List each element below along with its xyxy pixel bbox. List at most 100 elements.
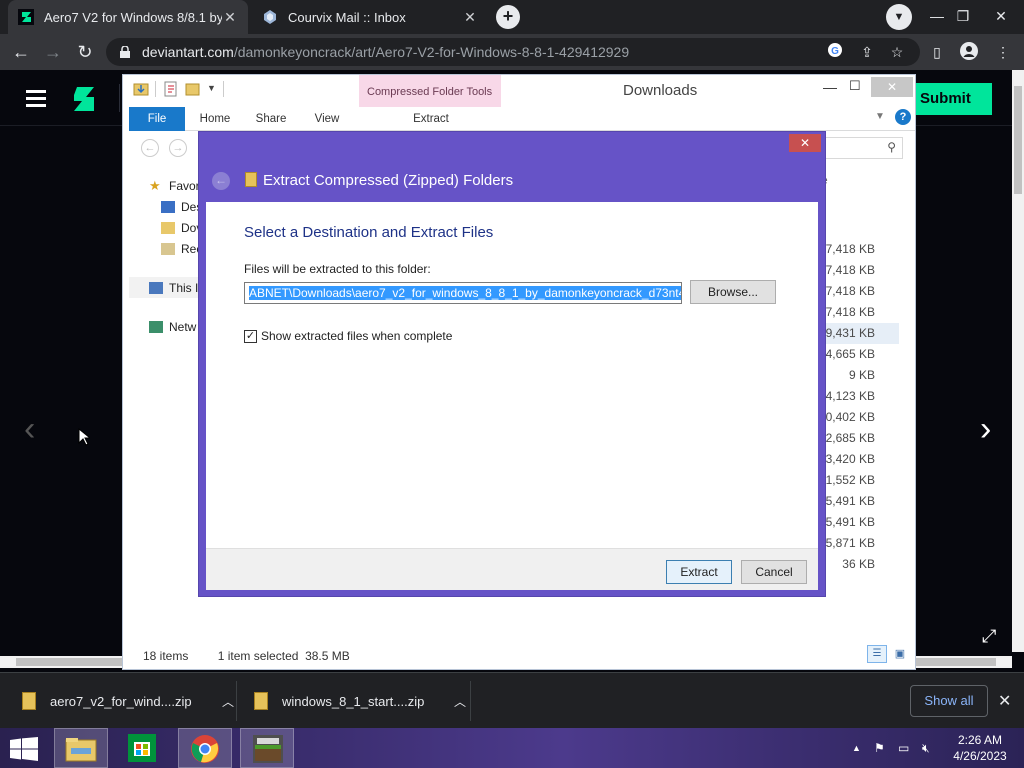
ribbon-expand-icon[interactable]: ▼ [875, 111, 885, 122]
dialog-footer: Extract Cancel [206, 548, 818, 590]
tab-share[interactable]: Share [249, 107, 293, 131]
star-icon: ★ [149, 177, 161, 193]
tab-extract[interactable]: Extract [403, 107, 459, 131]
show-files-checkbox[interactable]: ✓ [244, 329, 257, 343]
network-icon [149, 320, 163, 333]
tab-search-icon[interactable]: ▼ [886, 4, 912, 30]
extract-button[interactable]: Extract [666, 560, 732, 584]
network-tray-icon[interactable]: ▭ [898, 728, 909, 768]
tab-deviantart[interactable]: Aero7 V2 for Windows 8/8.1 by D ✕ [8, 0, 248, 34]
explorer-title: Downloads [623, 82, 698, 99]
profile-avatar-icon[interactable] [958, 42, 980, 62]
explorer-titlebar: ▼ Downloads — ☐ ✕ [123, 75, 915, 105]
tab-file[interactable]: File [129, 107, 185, 131]
restore-icon[interactable]: ❐ [946, 0, 980, 34]
explorer-search-box[interactable]: ⚲ [819, 137, 903, 159]
volume-muted-icon[interactable]: 🔇︎ [922, 728, 930, 768]
url-host: deviantart.com [142, 44, 234, 60]
taskbar-chrome[interactable] [178, 728, 232, 768]
qat-dropdown-icon[interactable]: ▼ [207, 83, 216, 93]
download-separator [470, 681, 471, 721]
reload-icon[interactable]: ↻ [72, 40, 98, 64]
chevron-up-icon[interactable]: ︿ [454, 693, 466, 710]
tab-view[interactable]: View [307, 107, 347, 131]
large-icons-view-icon[interactable]: ▣ [891, 645, 909, 663]
taskbar-minecraft[interactable] [240, 728, 294, 768]
new-folder-icon[interactable] [185, 81, 201, 97]
help-icon[interactable]: ? [895, 109, 911, 125]
browser-tab-strip: Aero7 V2 for Windows 8/8.1 by D ✕ Courvi… [0, 0, 1024, 34]
search-magnifier-icon: ⚲ [887, 140, 896, 154]
explorer-minimize-icon[interactable]: — [823, 79, 837, 95]
back-arrow-icon[interactable]: ← [8, 40, 34, 64]
hamburger-menu-icon[interactable] [26, 90, 46, 111]
cancel-button[interactable]: Cancel [741, 560, 807, 584]
dialog-close-button[interactable]: ✕ [789, 134, 821, 152]
windows-start-icon[interactable] [10, 737, 38, 761]
browse-button[interactable]: Browse... [690, 280, 776, 304]
context-tab-label: Compressed Folder Tools [367, 86, 493, 98]
chrome-icon [191, 735, 219, 763]
tray-chevron-icon[interactable]: ▲ [852, 728, 861, 768]
deviantart-logo-icon[interactable] [72, 86, 96, 112]
destination-path-text: ABNET\Downloads\aero7_v2_for_windows_8_8… [249, 286, 681, 300]
ribbon-tabs: File Home Share View Extract ▼ ? [129, 107, 915, 131]
destination-path-input[interactable]: ABNET\Downloads\aero7_v2_for_windows_8_8… [244, 282, 682, 304]
download-item[interactable]: windows_8_1_start....zip ︿ [254, 673, 466, 729]
dialog-back-icon[interactable]: ← [212, 172, 230, 190]
google-icon[interactable]: G [824, 42, 846, 62]
sidepanel-icon[interactable]: ▯ [926, 42, 948, 62]
tab-title: Aero7 V2 for Windows 8/8.1 by D [44, 9, 222, 25]
details-view-icon[interactable]: ☰ [867, 645, 887, 663]
deviantart-favicon-icon [18, 9, 34, 25]
tab-close-icon[interactable]: ✕ [462, 9, 478, 26]
share-icon[interactable]: ⇪ [856, 42, 878, 62]
status-selection: 1 item selected 38.5 MB [217, 649, 350, 663]
submit-button[interactable]: Submit [912, 83, 992, 115]
address-bar[interactable]: deviantart.com/damonkeyoncrack/art/Aero7… [106, 38, 920, 66]
download-separator [236, 681, 237, 721]
chevron-up-icon[interactable]: ︿ [222, 693, 234, 710]
show-files-checkbox-row[interactable]: ✓ Show extracted files when complete [244, 329, 452, 343]
page-vertical-scrollbar[interactable] [1012, 70, 1024, 652]
menu-kebab-icon[interactable]: ⋮ [992, 42, 1014, 62]
new-tab-button[interactable]: + [496, 5, 520, 29]
extract-dialog: ✕ ← Extract Compressed (Zipped) Folders … [198, 131, 826, 597]
tab-home[interactable]: Home [193, 107, 237, 131]
action-center-flag-icon[interactable]: ⚑ [874, 728, 885, 768]
download-item[interactable]: aero7_v2_for_wind....zip ︿ [22, 673, 234, 729]
explorer-forward-icon[interactable]: → [169, 139, 187, 157]
svg-text:G: G [831, 46, 839, 57]
qat-divider [155, 81, 156, 97]
file-explorer-icon [65, 738, 97, 762]
dialog-header: ← Extract Compressed (Zipped) Folders [199, 162, 825, 202]
properties-icon[interactable] [163, 81, 179, 97]
show-all-button[interactable]: Show all [910, 685, 988, 717]
previous-arrow-icon[interactable]: ‹ [24, 410, 35, 449]
taskbar-clock[interactable]: 2:26 AM 4/26/2023 [950, 732, 1010, 764]
nav-label: Favor [169, 178, 200, 193]
explorer-close-button[interactable]: ✕ [871, 77, 913, 97]
download-filename: windows_8_1_start....zip [282, 693, 425, 709]
explorer-back-icon[interactable]: ← [141, 139, 159, 157]
forward-arrow-icon[interactable]: → [40, 40, 66, 64]
explorer-maximize-icon[interactable]: ☐ [849, 78, 861, 94]
header-divider [119, 84, 120, 112]
clock-time: 2:26 AM [957, 733, 1003, 747]
tab-courvix-mail[interactable]: Courvix Mail :: Inbox ✕ [252, 0, 488, 34]
next-arrow-icon[interactable]: › [980, 410, 991, 449]
tab-close-icon[interactable]: ✕ [222, 9, 238, 26]
expand-icon[interactable]: ⤢ [982, 626, 996, 647]
desktop-icon [161, 200, 175, 213]
url-path: /damonkeyoncrack/art/Aero7-V2-for-Window… [233, 44, 630, 60]
download-filename: aero7_v2_for_wind....zip [50, 693, 192, 709]
bookmark-star-icon[interactable]: ☆ [886, 42, 908, 62]
taskbar-file-explorer[interactable] [54, 728, 108, 768]
dialog-body: Select a Destination and Extract Files F… [206, 202, 818, 548]
taskbar-store[interactable] [116, 728, 170, 768]
dialog-title: Extract Compressed (Zipped) Folders [263, 172, 514, 189]
nav-label: Netw [169, 319, 197, 334]
download-bar-close-icon[interactable]: ✕ [998, 691, 1011, 711]
window-close-icon[interactable]: ✕ [984, 0, 1018, 34]
browser-toolbar: ← → ↻ deviantart.com/damonkeyoncrack/art… [0, 34, 1024, 70]
